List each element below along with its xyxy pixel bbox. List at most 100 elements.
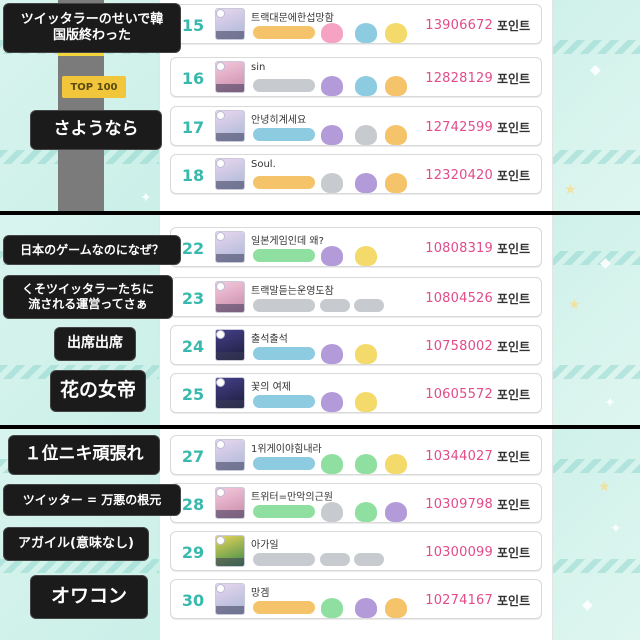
player-name: 1위게이야힘내라 bbox=[251, 444, 322, 455]
caption-label: ツイッタラーのせいで韓 国版終わった bbox=[3, 3, 181, 53]
empty-slot bbox=[354, 299, 384, 312]
score-value: 13906672 bbox=[425, 17, 493, 33]
title-badge bbox=[253, 395, 315, 408]
character-icon bbox=[321, 392, 343, 412]
player-avatar bbox=[215, 231, 245, 263]
score-value: 10309798 bbox=[425, 496, 493, 512]
score-value: 10274167 bbox=[425, 592, 493, 608]
player-avatar bbox=[215, 377, 245, 409]
ranking-row[interactable]: 18 Soul. 12320420 포인트 bbox=[170, 154, 542, 194]
ranking-row[interactable]: 15 트랙대문에한섭망함 13906672 포인트 bbox=[170, 4, 542, 44]
title-badge bbox=[253, 553, 315, 566]
star-icon: ★ bbox=[598, 479, 611, 495]
character-icon bbox=[321, 125, 343, 145]
ranking-row[interactable]: 27 1위게이야힘내라 10344027 포인트 bbox=[170, 435, 542, 475]
score-unit: 포인트 bbox=[497, 120, 531, 135]
character-icon bbox=[355, 23, 377, 43]
character-icon bbox=[321, 598, 343, 618]
character-icon bbox=[321, 173, 343, 193]
panel-a: ◆ ★ ✦ TOP 100 15 트랙대문에한섭망함 13906672 포인트 … bbox=[0, 0, 640, 211]
ranking-row[interactable]: 29 아가일 10300099 포인트 bbox=[170, 531, 542, 571]
score-unit: 포인트 bbox=[497, 497, 531, 512]
score-value: 10605572 bbox=[425, 386, 493, 402]
rank-number: 16 bbox=[181, 68, 205, 88]
character-icon bbox=[321, 76, 343, 96]
character-icon bbox=[385, 125, 407, 145]
rank-number: 25 bbox=[181, 384, 205, 404]
sparkle-icon: ✦ bbox=[610, 521, 622, 537]
player-name: 망겜 bbox=[251, 588, 270, 599]
rank-number: 30 bbox=[181, 590, 205, 610]
character-icon bbox=[355, 246, 377, 266]
title-badge bbox=[253, 505, 315, 518]
title-badge bbox=[253, 79, 315, 92]
character-icon bbox=[321, 502, 343, 522]
caption-label: 出席出席 bbox=[54, 327, 136, 361]
player-avatar bbox=[215, 110, 245, 142]
caption-label: オワコン bbox=[30, 575, 148, 619]
ranking-row[interactable]: 16 sin 12828129 포인트 bbox=[170, 57, 542, 97]
score-value: 12320420 bbox=[425, 167, 493, 183]
ranking-row[interactable]: 23 트랙말듣는운영도참 10804526 포인트 bbox=[170, 277, 542, 317]
rank-number: 23 bbox=[181, 288, 205, 308]
score-unit: 포인트 bbox=[497, 18, 531, 33]
score-unit: 포인트 bbox=[497, 71, 531, 86]
title-badge bbox=[253, 249, 315, 262]
title-badge bbox=[253, 457, 315, 470]
star-icon: ★ bbox=[568, 297, 581, 313]
player-name: 일본게임인데 왜? bbox=[251, 236, 324, 247]
score-unit: 포인트 bbox=[497, 545, 531, 560]
score-unit: 포인트 bbox=[497, 291, 531, 306]
ranking-row[interactable]: 30 망겜 10274167 포인트 bbox=[170, 579, 542, 619]
title-badge bbox=[253, 26, 315, 39]
character-icon bbox=[355, 392, 377, 412]
ranking-row[interactable]: 17 안녕히계세요 12742599 포인트 bbox=[170, 106, 542, 146]
player-name: 트랙말듣는운영도참 bbox=[251, 286, 334, 297]
rank-number: 24 bbox=[181, 336, 205, 356]
score-unit: 포인트 bbox=[497, 339, 531, 354]
score-unit: 포인트 bbox=[497, 387, 531, 402]
character-icon bbox=[385, 173, 407, 193]
title-badge bbox=[253, 299, 315, 312]
caption-label: 日本のゲームなのになぜ？ bbox=[3, 235, 181, 265]
character-icon bbox=[385, 23, 407, 43]
ranking-row[interactable]: 28 트위터=만악의근원 10309798 포인트 bbox=[170, 483, 542, 523]
character-icon bbox=[385, 76, 407, 96]
player-avatar bbox=[215, 535, 245, 567]
ranking-row[interactable]: 24 출석출석 10758002 포인트 bbox=[170, 325, 542, 365]
score-value: 12828129 bbox=[425, 70, 493, 86]
player-name: 트랙대문에한섭망함 bbox=[251, 13, 334, 24]
sparkle-icon: ✦ bbox=[140, 190, 152, 206]
score-unit: 포인트 bbox=[497, 449, 531, 464]
player-avatar bbox=[215, 583, 245, 615]
empty-slot bbox=[320, 553, 350, 566]
character-icon bbox=[355, 76, 377, 96]
empty-slot bbox=[354, 553, 384, 566]
player-avatar bbox=[215, 281, 245, 313]
character-icon bbox=[321, 344, 343, 364]
title-badge bbox=[253, 176, 315, 189]
player-name: 트위터=만악의근원 bbox=[251, 492, 333, 503]
character-icon bbox=[355, 125, 377, 145]
player-name: 아가일 bbox=[251, 540, 279, 551]
caption-label: アガイル(意味なし) bbox=[3, 527, 149, 561]
ranking-row[interactable]: 25 꽃의 여제 10605572 포인트 bbox=[170, 373, 542, 413]
score-unit: 포인트 bbox=[497, 593, 531, 608]
character-icon bbox=[321, 454, 343, 474]
ranking-row[interactable]: 22 일본게임인데 왜? 10808319 포인트 bbox=[170, 227, 542, 267]
player-name: 안녕히계세요 bbox=[251, 115, 307, 126]
caption-label: ツイッター = 万悪の根元 bbox=[3, 484, 181, 516]
sparkle-icon: ◆ bbox=[590, 62, 601, 78]
score-value: 10344027 bbox=[425, 448, 493, 464]
caption-label: １位ニキ頑張れ bbox=[8, 435, 160, 475]
star-icon: ★ bbox=[564, 182, 577, 198]
title-badge bbox=[253, 601, 315, 614]
player-avatar bbox=[215, 439, 245, 471]
panel-c: ★ ✦ ◆ 27 1위게이야힘내라 10344027 포인트 28 트위터=만악… bbox=[0, 429, 640, 640]
rank-number: 18 bbox=[181, 165, 205, 185]
rank-number: 29 bbox=[181, 542, 205, 562]
sparkle-icon: ✦ bbox=[604, 395, 616, 411]
score-value: 10804526 bbox=[425, 290, 493, 306]
character-icon bbox=[385, 598, 407, 618]
score-unit: 포인트 bbox=[497, 168, 531, 183]
